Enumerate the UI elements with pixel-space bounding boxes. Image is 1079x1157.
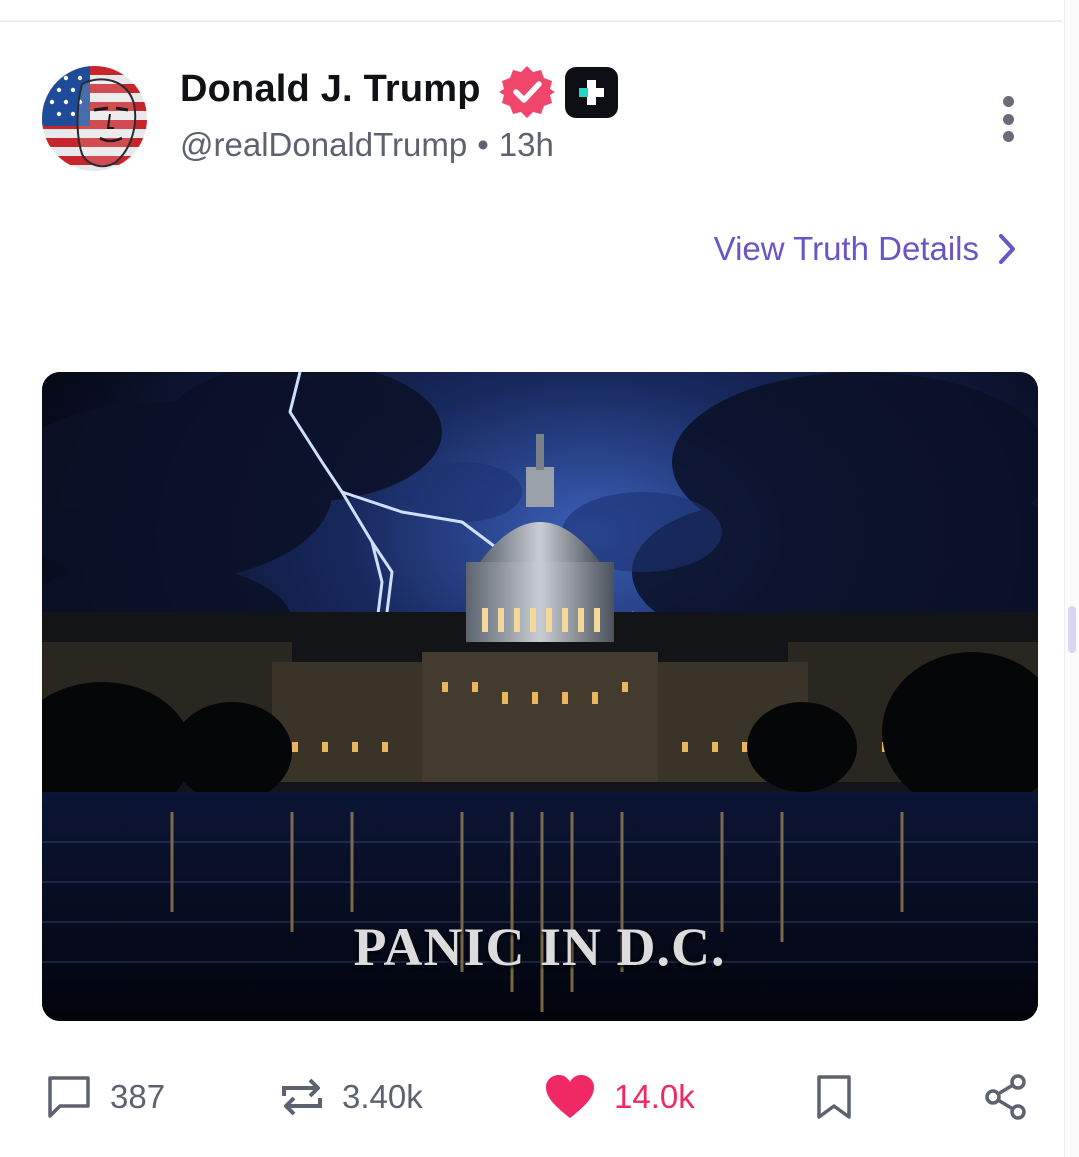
like-count: 14.0k — [614, 1078, 695, 1115]
view-truth-details-link[interactable]: View Truth Details — [714, 230, 1017, 268]
post-image[interactable] — [42, 372, 1038, 1021]
view-truth-details-label: View Truth Details — [713, 230, 979, 267]
retruth-button[interactable]: 3.40k — [280, 1068, 423, 1126]
reply-count: 387 — [110, 1078, 166, 1115]
post-timestamp[interactable]: 13h — [499, 126, 554, 163]
avatar[interactable] — [42, 66, 147, 171]
share-icon — [985, 1074, 1026, 1120]
plus-badge-icon — [565, 67, 618, 118]
verified-badge-icon — [499, 64, 555, 120]
meta-separator: • — [477, 126, 489, 163]
bookmark-button[interactable] — [815, 1068, 853, 1126]
bookmark-icon — [817, 1075, 851, 1119]
heart-icon — [546, 1075, 594, 1118]
retruth-count: 3.40k — [342, 1078, 423, 1115]
repost-icon — [282, 1078, 322, 1116]
comment-icon — [48, 1076, 90, 1118]
more-options-button[interactable] — [988, 94, 1028, 144]
like-button[interactable]: 14.0k — [544, 1068, 695, 1126]
more-dot-icon — [1002, 113, 1014, 125]
top-divider — [0, 20, 1062, 22]
author-display-name[interactable]: Donald J. Trump — [180, 68, 481, 111]
more-dot-icon — [1002, 131, 1014, 142]
author-handle[interactable]: @realDonaldTrump — [180, 126, 467, 163]
more-dot-icon — [1002, 96, 1014, 107]
chevron-right-icon — [999, 234, 1015, 264]
reply-button[interactable]: 387 — [46, 1068, 165, 1126]
scrollbar-thumb[interactable] — [1068, 606, 1076, 653]
scrollbar[interactable] — [1064, 0, 1079, 1157]
author-meta: @realDonaldTrump • 13h — [180, 126, 554, 164]
share-button[interactable] — [984, 1068, 1028, 1126]
